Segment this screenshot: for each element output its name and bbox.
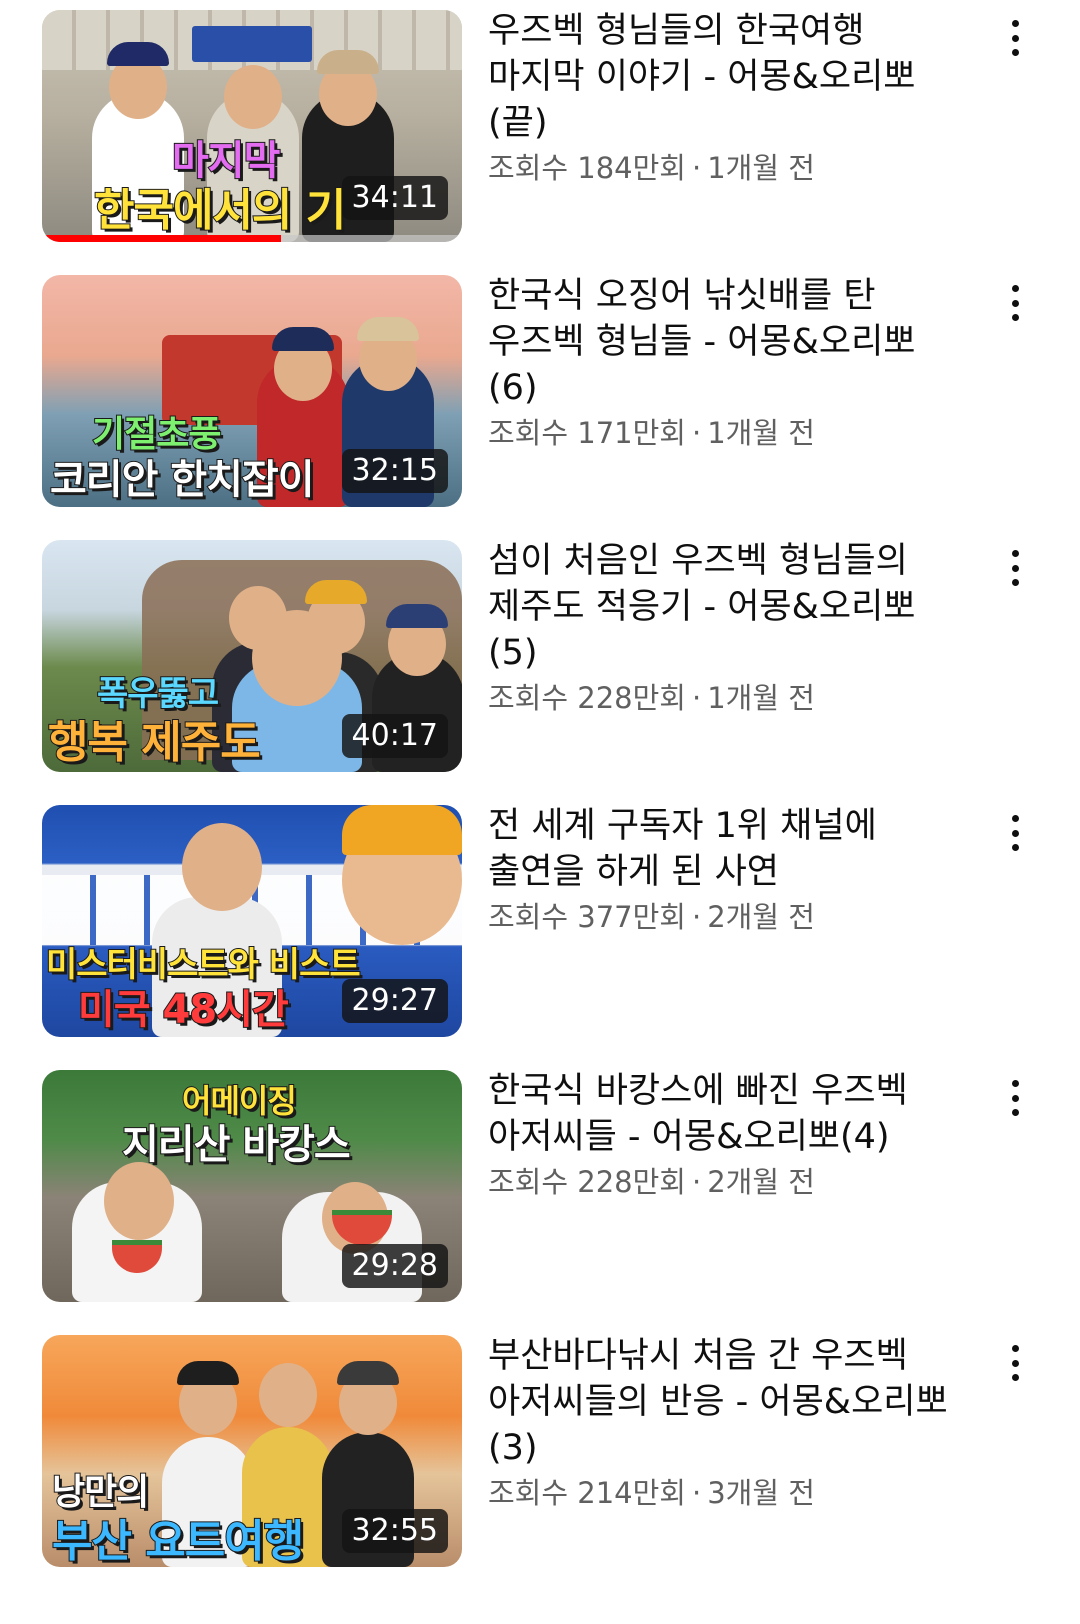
more-vertical-icon[interactable]: [1000, 1078, 1030, 1118]
video-title[interactable]: 부산바다낚시 처음 간 우즈벡 아저씨들의 반응 - 어몽&오리뽀(3): [488, 1333, 958, 1471]
video-info: 부산바다낚시 처음 간 우즈벡 아저씨들의 반응 - 어몽&오리뽀(3) 조회수…: [488, 1333, 958, 1513]
upload-age: 3개월 전: [707, 1476, 815, 1510]
more-vertical-icon[interactable]: [1000, 283, 1030, 323]
watch-progress-bar: [42, 235, 462, 242]
thumbnail-caption-bottom: 코리안 한치잡이: [49, 456, 316, 504]
meta-separator: ·: [691, 1165, 702, 1199]
upload-age: 1개월 전: [707, 151, 815, 185]
video-title[interactable]: 우즈벡 형님들의 한국여행 마지막 이야기 - 어몽&오리뽀(끝): [488, 8, 958, 146]
video-meta: 조회수 171만회 · 1개월 전: [488, 413, 958, 453]
video-list: 마지막 한국에서의 기 34:11 우즈벡 형님들의 한국여행 마지막 이야기 …: [0, 0, 1080, 1624]
duration-badge: 34:11: [341, 176, 448, 220]
duration-badge: 40:17: [341, 714, 448, 758]
video-meta: 조회수 214만회 · 3개월 전: [488, 1473, 958, 1513]
meta-separator: ·: [691, 151, 702, 185]
video-thumbnail[interactable]: 어메이징 지리산 바캉스 29:28: [42, 1070, 462, 1302]
thumbnail-caption-bottom: 미국 48시간: [77, 986, 290, 1034]
meta-separator: ·: [691, 416, 702, 450]
video-item[interactable]: 낭만의 부산 요트여행 32:55 부산바다낚시 처음 간 우즈벡 아저씨들의 …: [0, 1325, 1080, 1567]
video-item[interactable]: 마지막 한국에서의 기 34:11 우즈벡 형님들의 한국여행 마지막 이야기 …: [0, 0, 1080, 242]
video-info: 한국식 오징어 낚싯배를 탄 우즈벡 형님들 - 어몽&오리뽀(6) 조회수 1…: [488, 273, 958, 453]
upload-age: 1개월 전: [707, 681, 815, 715]
video-item[interactable]: 미스터비스트와 비스트 미국 48시간 29:27 전 세계 구독자 1위 채널…: [0, 795, 1080, 1037]
video-meta: 조회수 377만회 · 2개월 전: [488, 897, 958, 937]
view-count: 조회수 214만회: [488, 1476, 686, 1510]
upload-age: 1개월 전: [707, 416, 815, 450]
thumbnail-caption-bottom: 지리산 바캉스: [121, 1121, 352, 1169]
more-vertical-icon[interactable]: [1000, 548, 1030, 588]
video-info: 섬이 처음인 우즈벡 형님들의 제주도 적응기 - 어몽&오리뽀(5) 조회수 …: [488, 538, 958, 718]
duration-badge: 29:28: [341, 1244, 448, 1288]
video-title[interactable]: 한국식 오징어 낚싯배를 탄 우즈벡 형님들 - 어몽&오리뽀(6): [488, 273, 958, 411]
thumbnail-caption-bottom: 부산 요트여행: [51, 1515, 305, 1567]
more-vertical-icon[interactable]: [1000, 18, 1030, 58]
video-item[interactable]: 어메이징 지리산 바캉스 29:28 한국식 바캉스에 빠진 우즈벡 아저씨들 …: [0, 1060, 1080, 1302]
upload-age: 2개월 전: [707, 1165, 815, 1199]
view-count: 조회수 184만회: [488, 151, 686, 185]
view-count: 조회수 228만회: [488, 681, 686, 715]
video-title[interactable]: 전 세계 구독자 1위 채널에 출연을 하게 된 사연: [488, 803, 958, 895]
video-title[interactable]: 한국식 바캉스에 빠진 우즈벡 아저씨들 - 어몽&오리뽀(4): [488, 1068, 958, 1160]
video-item[interactable]: 기절초풍 코리안 한치잡이 32:15 한국식 오징어 낚싯배를 탄 우즈벡 형…: [0, 265, 1080, 507]
duration-badge: 32:15: [341, 449, 448, 493]
view-count: 조회수 171만회: [488, 416, 686, 450]
duration-badge: 29:27: [341, 979, 448, 1023]
meta-separator: ·: [691, 900, 702, 934]
video-thumbnail[interactable]: 폭우뚫고 행복 제주도 40:17: [42, 540, 462, 772]
watch-progress-fill: [42, 235, 282, 242]
video-info: 전 세계 구독자 1위 채널에 출연을 하게 된 사연 조회수 377만회 · 2개…: [488, 803, 958, 937]
view-count: 조회수 377만회: [488, 900, 686, 934]
thumbnail-caption-bottom: 한국에서의 기: [93, 184, 347, 237]
video-thumbnail[interactable]: 마지막 한국에서의 기 34:11: [42, 10, 462, 242]
more-vertical-icon[interactable]: [1000, 813, 1030, 853]
video-thumbnail[interactable]: 기절초풍 코리안 한치잡이 32:15: [42, 275, 462, 507]
video-meta: 조회수 228만회 · 2개월 전: [488, 1162, 958, 1202]
video-title[interactable]: 섬이 처음인 우즈벡 형님들의 제주도 적응기 - 어몽&오리뽀(5): [488, 538, 958, 676]
video-meta: 조회수 228만회 · 1개월 전: [488, 678, 958, 718]
video-meta: 조회수 184만회 · 1개월 전: [488, 148, 958, 188]
meta-separator: ·: [691, 681, 702, 715]
video-info: 한국식 바캉스에 빠진 우즈벡 아저씨들 - 어몽&오리뽀(4) 조회수 228…: [488, 1068, 958, 1202]
more-vertical-icon[interactable]: [1000, 1343, 1030, 1383]
upload-age: 2개월 전: [707, 900, 815, 934]
meta-separator: ·: [691, 1476, 702, 1510]
video-thumbnail[interactable]: 낭만의 부산 요트여행 32:55: [42, 1335, 462, 1567]
video-thumbnail[interactable]: 미스터비스트와 비스트 미국 48시간 29:27: [42, 805, 462, 1037]
video-info: 우즈벡 형님들의 한국여행 마지막 이야기 - 어몽&오리뽀(끝) 조회수 18…: [488, 8, 958, 188]
duration-badge: 32:55: [341, 1509, 448, 1553]
view-count: 조회수 228만회: [488, 1165, 686, 1199]
video-item[interactable]: 폭우뚫고 행복 제주도 40:17 섬이 처음인 우즈벡 형님들의 제주도 적응…: [0, 530, 1080, 772]
thumbnail-caption-bottom: 행복 제주도: [47, 716, 262, 769]
